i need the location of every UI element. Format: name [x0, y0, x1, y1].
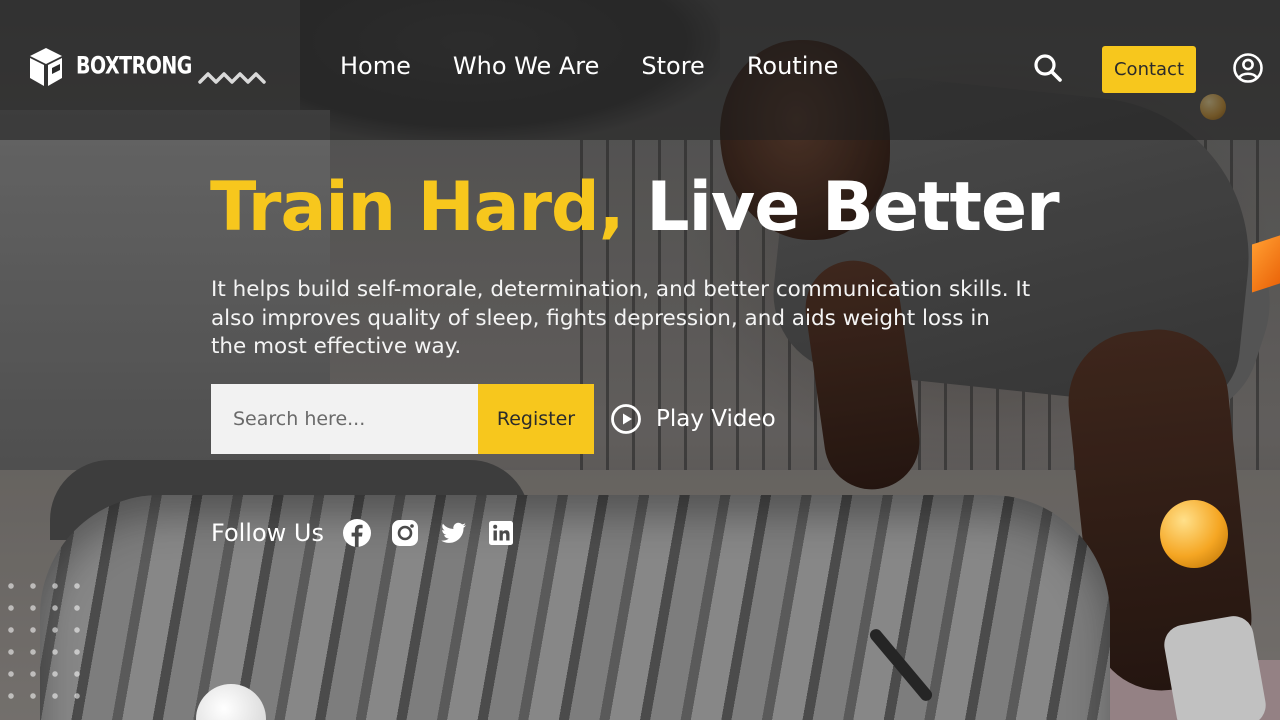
hero-description: It helps build self-morale, determinatio…: [211, 277, 1031, 359]
decorative-gold-sphere: [1160, 500, 1228, 568]
user-circle-icon[interactable]: [1232, 52, 1264, 84]
nav-item-home[interactable]: Home: [340, 52, 411, 80]
play-circle-icon: [611, 404, 641, 434]
follow-us-label: Follow Us: [211, 519, 324, 547]
nav-item-who-we-are[interactable]: Who We Are: [453, 52, 600, 80]
box-logo-icon: [30, 48, 62, 86]
hero-title-rest: Live Better: [646, 168, 1059, 247]
search-input[interactable]: [211, 384, 478, 454]
hero-title: Train Hard, Live Better: [210, 168, 1060, 247]
nav-item-routine[interactable]: Routine: [747, 52, 839, 80]
twitter-icon[interactable]: [438, 518, 468, 548]
hero-title-highlight: Train Hard,: [210, 168, 625, 247]
nav-item-store[interactable]: Store: [641, 52, 704, 80]
site-header: BOXTRONG Home Who We Are Store Routine C…: [0, 0, 1280, 140]
play-video-button[interactable]: Play Video: [610, 403, 776, 435]
social-follow: Follow Us: [211, 518, 516, 548]
instagram-icon[interactable]: [390, 518, 420, 548]
search-register-form: Register: [211, 384, 594, 454]
main-nav: Home Who We Are Store Routine: [340, 52, 838, 80]
brand-name: BOXTRONG: [76, 52, 192, 80]
facebook-icon[interactable]: [342, 518, 372, 548]
linkedin-icon[interactable]: [486, 518, 516, 548]
search-icon[interactable]: [1032, 52, 1064, 84]
decorative-dots: [0, 575, 90, 715]
contact-button[interactable]: Contact: [1102, 46, 1196, 93]
brand-logo[interactable]: BOXTRONG: [26, 44, 192, 88]
zigzag-decoration-icon: [198, 72, 266, 84]
register-button[interactable]: Register: [478, 384, 594, 454]
play-video-label: Play Video: [656, 406, 776, 432]
